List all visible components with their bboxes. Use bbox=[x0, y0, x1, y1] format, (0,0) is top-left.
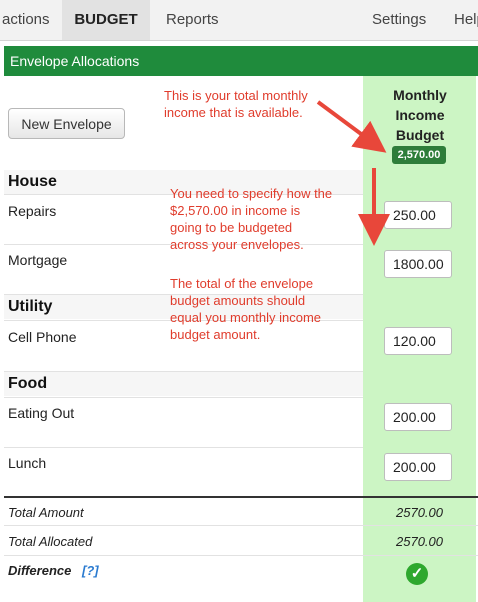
annotation-arrows bbox=[316, 100, 390, 246]
arrow-to-income-badge bbox=[316, 100, 387, 153]
